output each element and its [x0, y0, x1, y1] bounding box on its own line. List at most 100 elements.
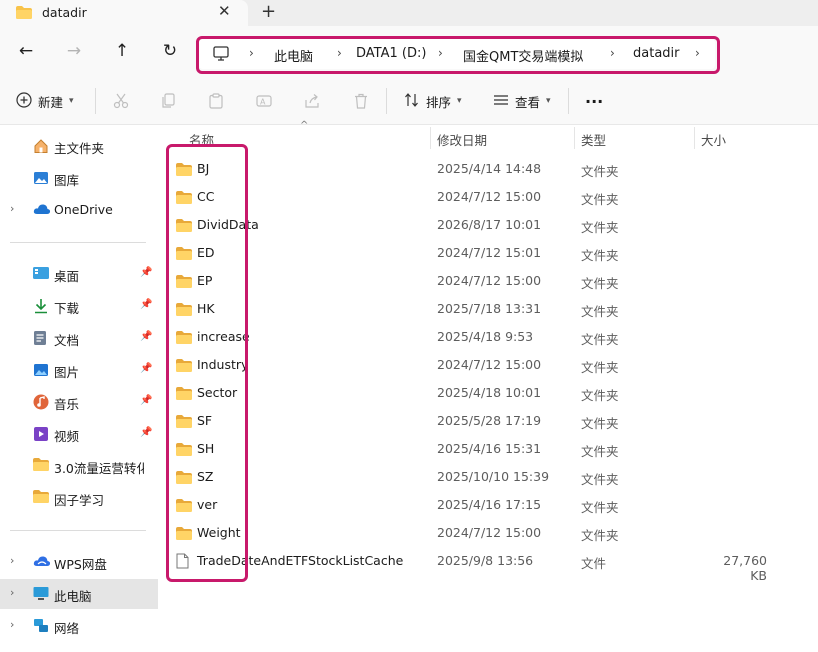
file-row[interactable]: DividData 2026/8/17 10:01 文件夹 — [158, 211, 818, 239]
sort-button[interactable]: 排序 ▾ — [404, 90, 462, 112]
file-row[interactable]: Sector 2025/4/18 10:01 文件夹 — [158, 379, 818, 407]
folder-icon — [176, 387, 192, 403]
sidebar-item-network[interactable]: › 网络 — [0, 612, 158, 640]
column-header-name[interactable]: 名称 — [189, 130, 214, 149]
sidebar-item-wps-cloud[interactable]: › WPS网盘 — [0, 548, 158, 576]
column-divider[interactable] — [574, 127, 575, 149]
file-row[interactable]: Industry 2024/7/12 15:00 文件夹 — [158, 351, 818, 379]
chevron-right-icon[interactable]: › — [10, 554, 14, 567]
sidebar-item-label: 文档 — [54, 333, 80, 348]
sidebar-item-home[interactable]: 主文件夹 — [0, 132, 158, 160]
column-header-date[interactable]: 修改日期 — [437, 130, 487, 149]
back-button[interactable]: ← — [15, 40, 37, 62]
sidebar-item-pictures[interactable]: 图片 📌 — [0, 356, 158, 384]
sidebar-item-downloads[interactable]: 下载 📌 — [0, 292, 158, 320]
file-modified-date: 2025/4/16 15:31 — [437, 441, 542, 456]
file-row[interactable]: BJ 2025/4/14 14:48 文件夹 — [158, 155, 818, 183]
more-options-button[interactable]: ··· — [585, 90, 603, 112]
sort-button-label: 排序 — [426, 94, 452, 110]
new-button-label: 新建 — [38, 94, 64, 110]
tab-datadir[interactable]: datadir ✕ — [0, 0, 248, 26]
file-row[interactable]: ver 2025/4/16 17:15 文件夹 — [158, 491, 818, 519]
copy-icon[interactable] — [160, 90, 176, 112]
sidebar-item-folder-factor[interactable]: 因子学习 — [0, 484, 158, 512]
file-name: HK — [197, 301, 215, 316]
documents-icon — [33, 330, 47, 349]
sidebar-item-this-pc[interactable]: › 此电脑 — [0, 579, 158, 609]
file-name: SH — [197, 441, 215, 456]
file-modified-date: 2025/4/18 9:53 — [437, 329, 534, 344]
plus-circle-icon — [16, 91, 32, 111]
navigation-bar: ← → ↑ ↻ › 此电脑 › DATA1 (D:) › 国金QMT交易端模拟 … — [0, 26, 818, 76]
file-row[interactable]: SF 2025/5/28 17:19 文件夹 — [158, 407, 818, 435]
sidebar-item-label: 音乐 — [54, 397, 80, 412]
share-icon[interactable] — [304, 90, 320, 112]
file-row[interactable]: ED 2024/7/12 15:01 文件夹 — [158, 239, 818, 267]
file-modified-date: 2025/4/16 17:15 — [437, 497, 542, 512]
folder-icon — [176, 247, 192, 263]
breadcrumb-datadir[interactable]: datadir — [633, 46, 680, 61]
close-tab-button[interactable]: ✕ — [218, 2, 231, 20]
file-row[interactable]: CC 2024/7/12 15:00 文件夹 — [158, 183, 818, 211]
breadcrumb-drive[interactable]: DATA1 (D:) — [356, 46, 426, 61]
up-button[interactable]: ↑ — [111, 40, 133, 62]
forward-button[interactable]: → — [63, 40, 85, 62]
sidebar-item-gallery[interactable]: 图库 — [0, 164, 158, 192]
breadcrumb-this-pc[interactable]: 此电脑 — [274, 46, 313, 65]
file-name: BJ — [197, 161, 210, 176]
column-header-type[interactable]: 类型 — [581, 130, 606, 149]
file-icon — [176, 553, 189, 572]
file-row[interactable]: EP 2024/7/12 15:00 文件夹 — [158, 267, 818, 295]
sidebar-item-documents[interactable]: 文档 📌 — [0, 324, 158, 352]
sidebar-item-desktop[interactable]: 桌面 📌 — [0, 260, 158, 288]
paste-icon[interactable] — [208, 90, 224, 112]
chevron-right-icon: › — [337, 46, 342, 60]
file-row[interactable]: TradeDateAndETFStockListCache 2025/9/8 13… — [158, 547, 818, 583]
file-type: 文件夹 — [581, 164, 619, 179]
divider — [10, 242, 146, 243]
file-name: ver — [197, 497, 218, 512]
chevron-right-icon[interactable]: › — [10, 586, 14, 599]
sidebar-item-label: WPS网盘 — [54, 557, 107, 572]
file-row[interactable]: SZ 2025/10/10 15:39 文件夹 — [158, 463, 818, 491]
chevron-right-icon: › — [249, 46, 254, 60]
address-bar[interactable]: › 此电脑 › DATA1 (D:) › 国金QMT交易端模拟 › datadi… — [199, 39, 715, 69]
sidebar-item-label: 图库 — [54, 173, 80, 188]
column-divider[interactable] — [694, 127, 695, 149]
file-size: 27,760 KB — [723, 553, 767, 583]
new-tab-button[interactable]: + — [261, 1, 276, 22]
breadcrumb-qmt-folder[interactable]: 国金QMT交易端模拟 — [463, 46, 583, 65]
file-name: Industry — [197, 357, 249, 372]
delete-icon[interactable] — [353, 90, 369, 112]
file-type: 文件夹 — [581, 472, 619, 487]
column-divider[interactable] — [430, 127, 431, 149]
cut-icon[interactable] — [113, 90, 129, 112]
sidebar-item-onedrive[interactable]: › OneDrive — [0, 196, 158, 224]
new-button[interactable]: 新建 ▾ — [16, 90, 74, 112]
sidebar-item-folder-operations[interactable]: 3.0流量运营转化 — [0, 452, 158, 480]
file-row[interactable]: Weight 2024/7/12 15:00 文件夹 — [158, 519, 818, 547]
file-row[interactable]: HK 2025/7/18 13:31 文件夹 — [158, 295, 818, 323]
column-header-size[interactable]: 大小 — [701, 130, 726, 149]
chevron-right-icon[interactable]: › — [10, 618, 14, 631]
file-modified-date: 2024/7/12 15:00 — [437, 189, 542, 204]
file-row[interactable]: SH 2025/4/16 15:31 文件夹 — [158, 435, 818, 463]
folder-icon — [33, 458, 49, 474]
navigation-pane: 主文件夹 图库 › OneDrive 桌面 📌 下载 📌 文档 📌 图片 📌 音… — [0, 125, 158, 652]
sidebar-item-label: 此电脑 — [54, 589, 92, 604]
refresh-button[interactable]: ↻ — [159, 40, 181, 62]
rename-icon[interactable]: A — [256, 90, 272, 112]
sort-arrow-icon: ^ — [300, 120, 309, 131]
folder-icon — [176, 471, 192, 487]
folder-icon — [176, 499, 192, 515]
chevron-right-icon[interactable]: › — [10, 202, 14, 215]
sidebar-item-videos[interactable]: 视频 📌 — [0, 420, 158, 448]
sidebar-item-music[interactable]: 音乐 📌 — [0, 388, 158, 416]
chevron-down-icon: ▾ — [69, 96, 74, 106]
pin-icon: 📌 — [140, 299, 153, 310]
file-type: 文件夹 — [581, 388, 619, 403]
file-row[interactable]: increase 2025/4/18 9:53 文件夹 — [158, 323, 818, 351]
folder-icon — [176, 303, 192, 319]
view-button[interactable]: 查看 ▾ — [493, 90, 551, 112]
folder-icon — [176, 163, 192, 179]
